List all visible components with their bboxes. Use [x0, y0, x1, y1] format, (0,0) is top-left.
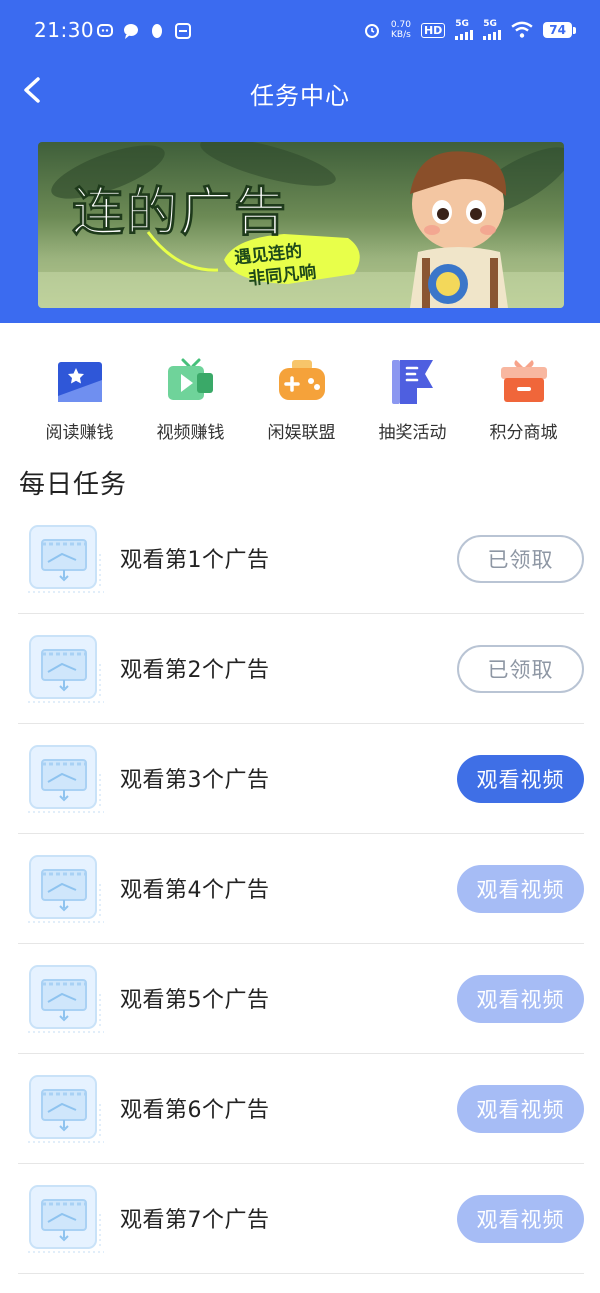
task-list: 观看第1个广告 已领取 观看第2个广告 已领取 观看第3个广告 观看视频 观看第4个广告 观看…: [18, 504, 584, 1274]
promo-banner[interactable]: 连的广告 遇见连的 非同凡响: [38, 142, 564, 308]
quick-menu: 阅读赚钱 视频赚钱 闲娱联盟 抽奖活动 积分商城: [0, 356, 600, 446]
task-name: 观看第4个广告: [120, 878, 270, 903]
task-row: 观看第3个广告 观看视频: [18, 724, 584, 834]
gamepad-icon: [278, 360, 325, 400]
quick-menu-label: 闲娱联盟: [267, 423, 336, 443]
ad-video-icon: [28, 524, 108, 596]
message-bubble-icon: [97, 24, 113, 37]
chat-icon: [124, 24, 138, 39]
ad-video-icon: [28, 634, 108, 706]
network-speed: 0.70 KB/s: [390, 20, 411, 40]
page-title: 任务中心: [250, 82, 350, 110]
claimed-button[interactable]: 已领取: [457, 535, 584, 583]
header: 21:30 0.70 KB/s HD 5G 5G 74 任务中心 连的广告 遇见…: [0, 0, 600, 323]
task-row: 观看第2个广告 已领取: [18, 614, 584, 724]
watch-video-button[interactable]: 观看视频: [457, 975, 584, 1023]
task-row: 观看第1个广告 已领取: [18, 504, 584, 614]
section-title-daily-tasks: 每日任务: [19, 470, 128, 500]
task-name: 观看第5个广告: [120, 988, 270, 1013]
penguin-icon: [152, 24, 162, 38]
gift-box-icon: [500, 360, 547, 402]
task-name: 观看第1个广告: [120, 548, 270, 573]
claimed-button[interactable]: 已领取: [457, 645, 584, 693]
quick-menu-label: 积分商城: [489, 423, 558, 443]
task-row: 观看第5个广告 观看视频: [18, 944, 584, 1054]
watch-video-button[interactable]: 观看视频: [457, 1085, 584, 1133]
quick-menu-label: 阅读赚钱: [45, 423, 114, 443]
watch-video-button[interactable]: 观看视频: [457, 1195, 584, 1243]
signal-5g-1: 5G: [455, 20, 474, 40]
wifi-icon: [511, 21, 533, 38]
task-name: 观看第3个广告: [120, 768, 270, 793]
task-name: 观看第2个广告: [120, 658, 270, 683]
status-time: 21:30: [34, 18, 95, 42]
task-name: 观看第6个广告: [120, 1098, 270, 1123]
book-star-icon: [57, 362, 102, 402]
notification-icons: [96, 22, 192, 40]
quick-menu-label: 抽奖活动: [378, 423, 447, 443]
battery-indicator: 74: [543, 22, 576, 38]
ad-video-icon: [28, 964, 108, 1036]
watch-video-button[interactable]: 观看视频: [457, 755, 584, 803]
task-row: 观看第4个广告 观看视频: [18, 834, 584, 944]
task-row: 观看第7个广告 观看视频: [18, 1164, 584, 1274]
quick-menu-leisure-alliance[interactable]: 闲娱联盟: [246, 356, 357, 446]
nav-bar: 任务中心: [0, 66, 600, 114]
quick-menu-lottery[interactable]: 抽奖活动: [357, 356, 468, 446]
ad-video-icon: [28, 1074, 108, 1146]
quick-menu-label: 视频赚钱: [156, 423, 225, 443]
hd-badge: HD: [420, 22, 446, 38]
status-bar: 21:30 0.70 KB/s HD 5G 5G 74: [0, 14, 600, 50]
banner-headline: 连的广告: [71, 183, 289, 244]
watch-video-button[interactable]: 观看视频: [457, 865, 584, 913]
ad-video-icon: [28, 744, 108, 816]
inbox-icon: [175, 23, 191, 39]
quick-menu-points-mall[interactable]: 积分商城: [468, 356, 579, 446]
task-name: 观看第7个广告: [120, 1208, 270, 1233]
flag-book-icon: [391, 360, 433, 404]
system-icons: 0.70 KB/s HD 5G 5G 74: [363, 20, 576, 40]
task-row: 观看第6个广告 观看视频: [18, 1054, 584, 1164]
ad-video-icon: [28, 854, 108, 926]
tv-video-icon: [167, 358, 213, 400]
quick-menu-read-earn[interactable]: 阅读赚钱: [24, 356, 135, 446]
ad-video-icon: [28, 1184, 108, 1256]
signal-5g-2: 5G: [483, 20, 502, 40]
quick-menu-video-earn[interactable]: 视频赚钱: [135, 356, 246, 446]
alarm-icon: [364, 24, 379, 38]
